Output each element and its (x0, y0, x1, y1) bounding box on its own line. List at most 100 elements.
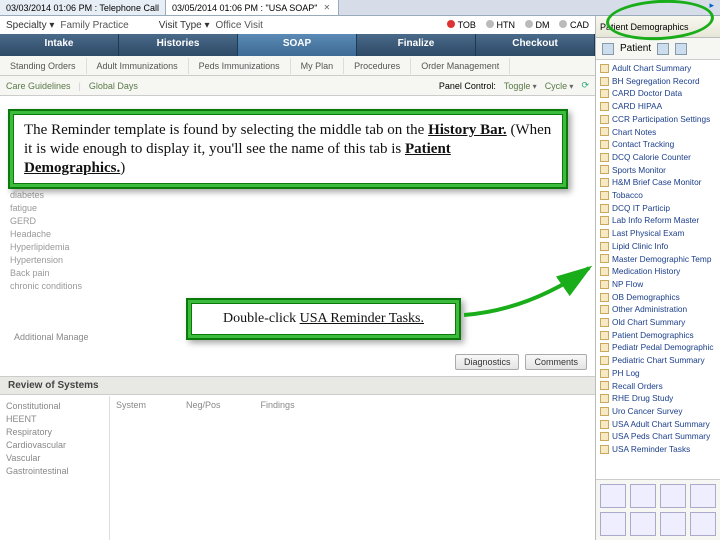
callout-text: ) (120, 160, 125, 176)
ros-item[interactable]: HEENT (6, 413, 103, 426)
ros-item[interactable]: Gastrointestinal (6, 465, 103, 478)
window-tab[interactable]: 03/05/2014 01:06 PM : "USA SOAP" ✕ (166, 0, 339, 15)
template-item[interactable]: Last Physical Exam (600, 227, 716, 240)
template-item[interactable]: CARD HIPAA (600, 100, 716, 113)
status-flag: TOB (458, 20, 476, 30)
history-bar-tab-icon[interactable] (602, 43, 614, 55)
comments-button[interactable]: Comments (525, 354, 587, 370)
care-guidelines-link[interactable]: Care Guidelines (6, 81, 71, 91)
template-item[interactable]: Uro Cancer Survey (600, 405, 716, 418)
history-bar-tab-patient[interactable]: Patient (620, 43, 651, 54)
template-label: CCR Participation Settings (612, 113, 710, 126)
window-tab[interactable]: 03/03/2014 01:06 PM : Telephone Call (0, 0, 166, 15)
visit-type-label[interactable]: Visit Type ▾ (159, 20, 210, 31)
template-item[interactable]: BH Segregation Record (600, 75, 716, 88)
template-icon (600, 102, 609, 111)
cycle-button[interactable]: Cycle (545, 81, 574, 91)
reason-list: depression diabetes fatigue GERD Headach… (10, 176, 82, 293)
tray-icon[interactable] (630, 512, 656, 536)
ros-item[interactable]: Constitutional (6, 400, 103, 413)
template-label: USA Adult Chart Summary (612, 418, 710, 431)
template-item[interactable]: Lipid Clinic Info (600, 240, 716, 253)
template-label: Patient Demographics (612, 329, 694, 342)
list-item[interactable]: GERD (10, 215, 82, 228)
ros-item[interactable]: Cardiovascular (6, 439, 103, 452)
template-item[interactable]: DCQ IT Particip (600, 202, 716, 215)
toggle-button[interactable]: Toggle (504, 81, 537, 91)
template-label: USA Reminder Tasks (612, 443, 690, 456)
template-item[interactable]: USA Reminder Tasks (600, 443, 716, 456)
specialty-label[interactable]: Specialty ▾ (6, 20, 54, 31)
template-item[interactable]: Master Demographic Temp (600, 253, 716, 266)
list-item[interactable]: Back pain (10, 267, 82, 280)
template-item[interactable]: Sports Monitor (600, 164, 716, 177)
list-item[interactable]: Hyperlipidemia (10, 241, 82, 254)
sub-tab[interactable]: My Plan (291, 58, 345, 74)
sub-tab[interactable]: Procedures (344, 58, 411, 74)
close-icon[interactable]: ✕ (321, 3, 332, 12)
sub-tab[interactable]: Order Management (411, 58, 510, 74)
tray-icon[interactable] (690, 484, 716, 508)
list-item[interactable]: chronic conditions (10, 280, 82, 293)
list-item[interactable]: diabetes (10, 189, 82, 202)
template-item[interactable]: NP Flow (600, 278, 716, 291)
template-icon (600, 64, 609, 73)
list-item[interactable]: Hypertension (10, 254, 82, 267)
tray-icon[interactable] (600, 512, 626, 536)
global-days-link[interactable]: Global Days (89, 81, 138, 91)
tray-icon[interactable] (660, 512, 686, 536)
nav-tab-soap[interactable]: SOAP (238, 34, 357, 56)
ros-header: Review of Systems (0, 376, 595, 395)
ros-item[interactable]: Respiratory (6, 426, 103, 439)
window-tab-label: 03/05/2014 01:06 PM : "USA SOAP" (172, 3, 317, 13)
status-flag: CAD (570, 20, 589, 30)
play-icon[interactable]: ▸ (703, 0, 720, 15)
history-bar-tab-icon[interactable] (657, 43, 669, 55)
template-icon (600, 343, 609, 352)
tray-icon[interactable] (690, 512, 716, 536)
template-item[interactable]: Old Chart Summary (600, 316, 716, 329)
template-item[interactable]: Chart Notes (600, 126, 716, 139)
list-item[interactable]: Headache (10, 228, 82, 241)
tray-icon[interactable] (630, 484, 656, 508)
nav-tab-checkout[interactable]: Checkout (476, 34, 595, 56)
template-item[interactable]: Pediatr Pedal Demographic (600, 341, 716, 354)
ros-item[interactable]: Vascular (6, 452, 103, 465)
template-item[interactable]: PH Log (600, 367, 716, 380)
template-item[interactable]: Contact Tracking (600, 138, 716, 151)
template-list[interactable]: Adult Chart SummaryBH Segregation Record… (596, 60, 720, 479)
template-item[interactable]: Tobacco (600, 189, 716, 202)
template-label: DCQ IT Particip (612, 202, 670, 215)
history-bar-tab-icon[interactable] (675, 43, 687, 55)
nav-tab-finalize[interactable]: Finalize (357, 34, 476, 56)
template-item[interactable]: H&M Brief Case Monitor (600, 176, 716, 189)
template-item[interactable]: CCR Participation Settings (600, 113, 716, 126)
template-item[interactable]: DCQ Calorie Counter (600, 151, 716, 164)
list-item[interactable]: fatigue (10, 202, 82, 215)
template-item[interactable]: Patient Demographics (600, 329, 716, 342)
template-item[interactable]: Pediatric Chart Summary (600, 354, 716, 367)
template-item[interactable]: Other Administration (600, 303, 716, 316)
template-item[interactable]: Recall Orders (600, 380, 716, 393)
tray-icon[interactable] (600, 484, 626, 508)
template-item[interactable]: OB Demographics (600, 291, 716, 304)
template-item[interactable]: Adult Chart Summary (600, 62, 716, 75)
template-item[interactable]: USA Adult Chart Summary (600, 418, 716, 431)
tray-icon[interactable] (660, 484, 686, 508)
nav-tab-histories[interactable]: Histories (119, 34, 238, 56)
template-icon (600, 432, 609, 441)
diagnostics-button[interactable]: Diagnostics (455, 354, 520, 370)
template-item[interactable]: Medication History (600, 265, 716, 278)
refresh-icon[interactable]: ⟳ (581, 80, 589, 91)
sub-tab[interactable]: Peds Immunizations (189, 58, 291, 74)
template-icon (600, 318, 609, 327)
additional-manage-label[interactable]: Additional Manage (14, 332, 89, 342)
sub-tab[interactable]: Adult Immunizations (87, 58, 189, 74)
nav-tab-intake[interactable]: Intake (0, 34, 119, 56)
template-item[interactable]: USA Peds Chart Summary (600, 430, 716, 443)
template-item[interactable]: RHE Drug Study (600, 392, 716, 405)
ros-col-header: System (116, 400, 146, 536)
sub-tab[interactable]: Standing Orders (0, 58, 87, 74)
template-item[interactable]: Lab Info Reform Master (600, 214, 716, 227)
template-item[interactable]: CARD Doctor Data (600, 87, 716, 100)
